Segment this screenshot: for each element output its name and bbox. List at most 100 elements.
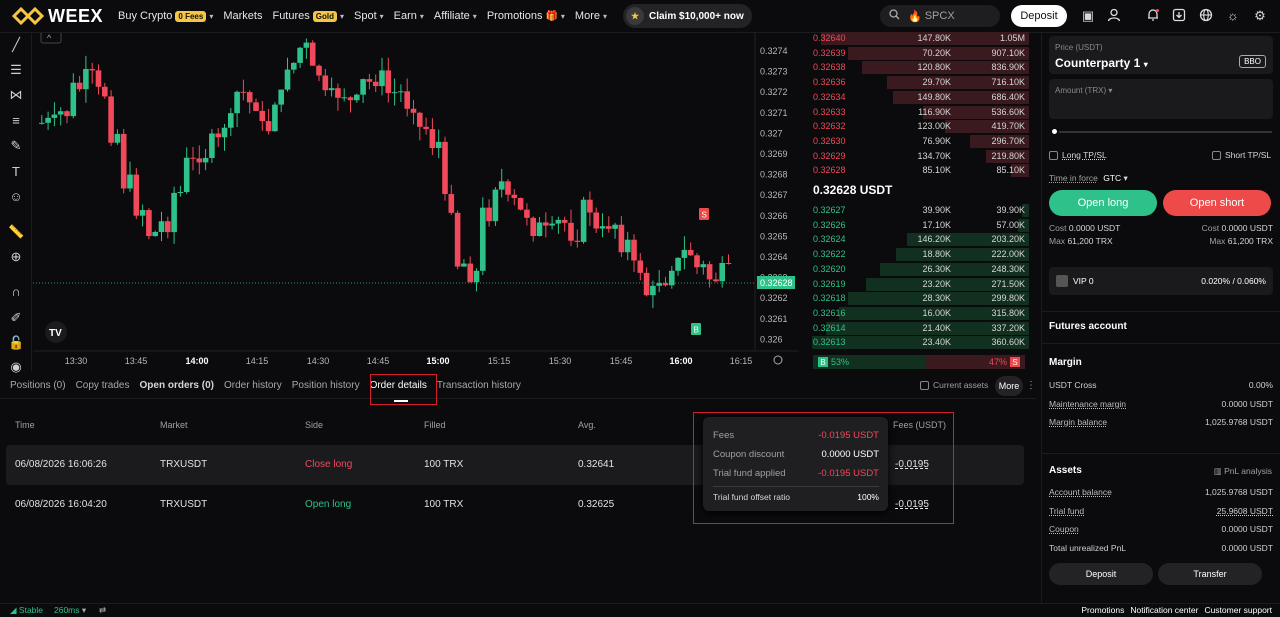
settings-icon[interactable]: ⚙ xyxy=(1252,8,1268,24)
nav-item-promotions[interactable]: Promotions 🎁 ▾ xyxy=(487,10,565,22)
ask-row[interactable]: 0.32636 29.70K 716.10K xyxy=(803,75,1029,90)
tab-position-history[interactable]: Position history xyxy=(292,380,360,391)
bid-row[interactable]: 0.32626 17.10K 57.00K xyxy=(803,218,1029,233)
tooltip-label: Coupon discount xyxy=(713,449,785,460)
trend-line-icon[interactable]: ╱ xyxy=(8,37,24,53)
deposit-button[interactable]: Deposit xyxy=(1011,5,1067,27)
nav-item-markets[interactable]: Markets xyxy=(223,10,262,22)
time-axis-label: 13:45 xyxy=(125,356,148,366)
max-label: Max xyxy=(1049,236,1066,246)
ob-total: 536.60K xyxy=(991,106,1025,117)
candle-body xyxy=(76,82,83,90)
ask-row[interactable]: 0.32633 116.90K 536.60K xyxy=(803,105,1029,120)
account-deposit-button[interactable]: Deposit xyxy=(1049,563,1153,585)
amount-slider[interactable] xyxy=(1054,131,1272,133)
pattern-icon[interactable]: ⋈ xyxy=(8,87,24,103)
ask-row[interactable]: 0.32639 70.20K 907.10K xyxy=(803,46,1029,61)
settings-icon[interactable] xyxy=(773,355,783,365)
account-transfer-button[interactable]: Transfer xyxy=(1158,563,1262,585)
fib-icon[interactable]: ≡ xyxy=(8,113,24,129)
kebab-menu-icon[interactable]: ⋮ xyxy=(1026,380,1036,391)
tab-open-orders[interactable]: Open orders (0) xyxy=(140,380,214,391)
account-row-label[interactable]: Trial fund xyxy=(1049,506,1084,516)
price-field[interactable]: Price (USDT) Counterparty 1 ▾ BBO xyxy=(1049,36,1273,74)
ob-total: 907.10K xyxy=(991,47,1025,58)
tab-positions[interactable]: Positions (0) xyxy=(10,380,66,391)
theme-sun-icon[interactable]: ☼ xyxy=(1225,8,1241,24)
long-tpsl-checkbox[interactable]: Long TP/SL xyxy=(1049,150,1107,160)
ask-row[interactable]: 0.32628 85.10K 85.10K xyxy=(803,163,1029,178)
short-tpsl-checkbox[interactable]: Short TP/SL xyxy=(1212,150,1271,160)
ask-row[interactable]: 0.32632 123.00K 419.70K xyxy=(803,119,1029,134)
candlestick-chart[interactable]: ^ 0.3274 0.3273 0.3272 0.3271 0.327 0.3269 0.32… xyxy=(33,28,799,371)
download-icon[interactable] xyxy=(1171,8,1187,24)
pnl-analysis-link[interactable]: ▥ PnL analysis xyxy=(1214,466,1272,477)
nav-item-more[interactable]: More ▾ xyxy=(575,10,607,22)
bbo-button[interactable]: BBO xyxy=(1239,55,1266,68)
bid-row[interactable]: 0.32618 28.30K 299.80K xyxy=(803,291,1029,306)
nav-item-buy-crypto[interactable]: Buy Crypto 0 Fees ▾ xyxy=(118,10,213,22)
candle-body xyxy=(580,199,587,242)
wallet-icon[interactable]: ▣ xyxy=(1080,8,1096,24)
latency[interactable]: 260ms ▾ xyxy=(54,605,86,616)
bid-row[interactable]: 0.32619 23.20K 271.50K xyxy=(803,277,1029,292)
bid-row[interactable]: 0.32616 16.00K 315.80K xyxy=(803,306,1029,321)
bid-row[interactable]: 0.32622 18.80K 222.00K xyxy=(803,247,1029,262)
cell-fees[interactable]: -0.0195 xyxy=(895,459,929,470)
price-chart[interactable]: ^ 0.3274 0.3273 0.3272 0.3271 0.327 0.3269 0.32… xyxy=(33,28,799,371)
horizontal-lines-icon[interactable]: ☰ xyxy=(8,62,24,78)
user-icon[interactable] xyxy=(1106,8,1122,24)
ask-row[interactable]: 0.32629 134.70K 219.80K xyxy=(803,149,1029,164)
ask-row[interactable]: 0.32640 147.80K 1.05M xyxy=(803,31,1029,46)
vip-fee-bar[interactable]: VIP 0 0.020% / 0.060% xyxy=(1049,267,1273,295)
tab-transaction-history[interactable]: Transaction history xyxy=(437,380,521,391)
bid-row[interactable]: 0.32614 21.40K 337.20K xyxy=(803,321,1029,336)
tab-order-details[interactable]: Order details xyxy=(370,380,427,402)
tab-order-history[interactable]: Order history xyxy=(224,380,282,391)
open-long-button[interactable]: Open long xyxy=(1049,190,1157,216)
account-row-label[interactable]: Margin balance xyxy=(1049,417,1107,427)
time-in-force[interactable]: Time in force GTC ▾ xyxy=(1049,173,1128,184)
ask-row[interactable]: 0.32638 120.80K 836.90K xyxy=(803,60,1029,75)
account-row-label[interactable]: Maintenance margin xyxy=(1049,399,1126,409)
search-input[interactable]: 🔥 SPCX xyxy=(880,5,1000,27)
globe-icon[interactable] xyxy=(1198,8,1214,24)
footer-link[interactable]: Notification center xyxy=(1130,605,1198,615)
claim-button[interactable]: ★ Claim $10,000+ now xyxy=(623,4,752,28)
settings-sliders-icon[interactable]: ⇄ xyxy=(99,605,106,616)
current-assets-checkbox[interactable]: Current assets xyxy=(920,380,988,390)
text-tool-icon[interactable]: T xyxy=(8,164,24,180)
notification-bell-icon[interactable] xyxy=(1145,8,1161,24)
tab-copy-trades[interactable]: Copy trades xyxy=(76,380,130,391)
nav-item-affiliate[interactable]: Affiliate ▾ xyxy=(434,10,477,22)
nav-item-spot[interactable]: Spot ▾ xyxy=(354,10,384,22)
amount-slider-handle[interactable] xyxy=(1050,127,1059,136)
zoom-in-icon[interactable]: ⊕ xyxy=(8,249,24,265)
account-row-label[interactable]: Coupon xyxy=(1049,524,1079,534)
more-button[interactable]: More xyxy=(995,376,1023,396)
chevron-down-icon: ▾ xyxy=(379,11,384,21)
bid-row[interactable]: 0.32624 146.20K 203.20K xyxy=(803,232,1029,247)
footer-link[interactable]: Promotions xyxy=(1081,605,1124,615)
amount-field[interactable]: Amount (TRX) ▾ xyxy=(1049,79,1273,119)
weex-logo[interactable]: WEEX xyxy=(11,6,118,27)
account-row: Total unrealized PnL 0.0000 USDT xyxy=(1049,543,1273,553)
lock-drawing-icon[interactable]: ✐ xyxy=(8,310,24,326)
nav-item-earn[interactable]: Earn ▾ xyxy=(394,10,424,22)
bid-row[interactable]: 0.32620 26.30K 248.30K xyxy=(803,262,1029,277)
ask-row[interactable]: 0.32634 149.80K 686.40K xyxy=(803,90,1029,105)
cell-fees[interactable]: -0.0195 xyxy=(895,499,929,510)
magnet-icon[interactable]: ∩ xyxy=(8,284,24,300)
bid-row[interactable]: 0.32627 39.90K 39.90K xyxy=(803,203,1029,218)
brush-icon[interactable]: ✎ xyxy=(8,138,24,154)
ruler-icon[interactable]: 📏 xyxy=(8,224,24,240)
footer-link[interactable]: Customer support xyxy=(1204,605,1272,615)
lock-icon[interactable]: 🔓 xyxy=(8,335,24,351)
nav-item-futures[interactable]: Futures Gold ▾ xyxy=(272,10,344,22)
ask-row[interactable]: 0.32630 76.90K 296.70K xyxy=(803,134,1029,149)
emoji-icon[interactable]: ☺ xyxy=(8,189,24,205)
open-short-button[interactable]: Open short xyxy=(1163,190,1271,216)
account-row-label[interactable]: Account balance xyxy=(1049,487,1112,497)
candle-body xyxy=(555,219,562,224)
bid-row[interactable]: 0.32613 23.40K 360.60K xyxy=(803,335,1029,350)
